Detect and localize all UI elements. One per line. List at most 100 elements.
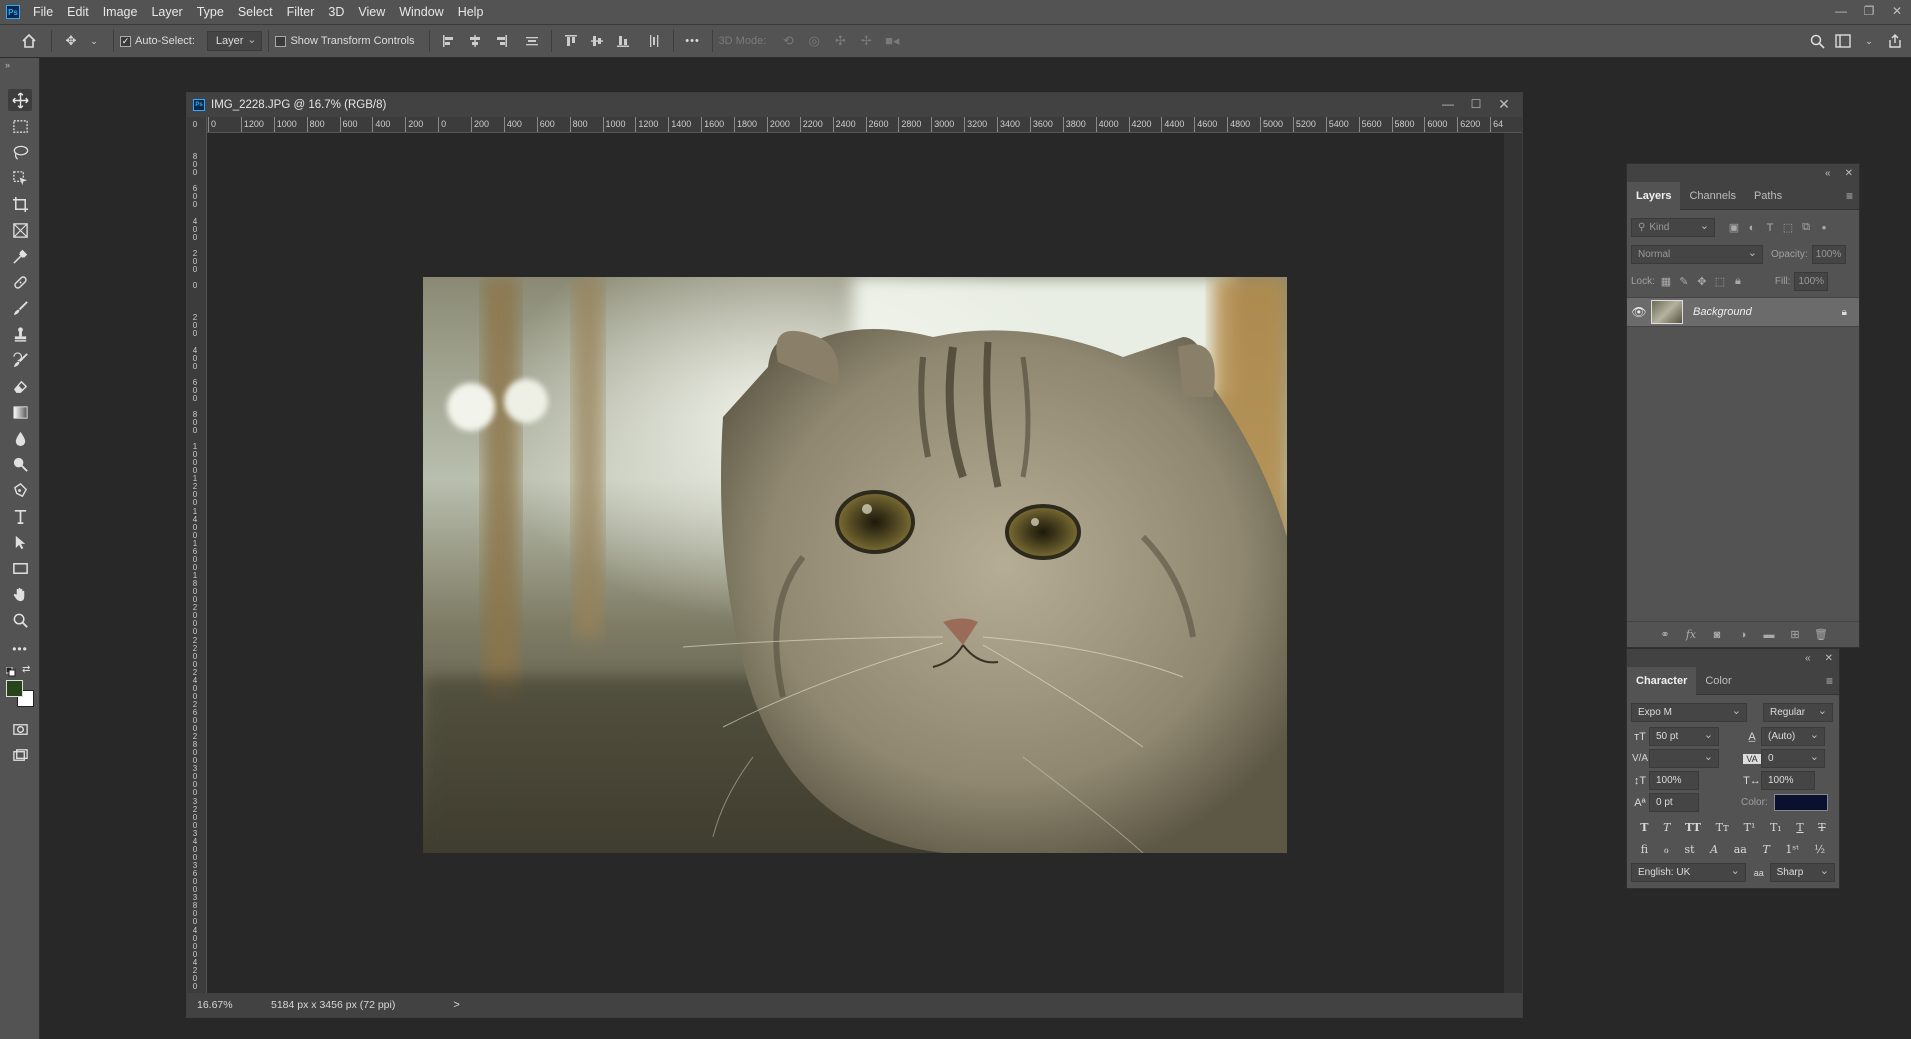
blend-mode-dropdown[interactable]: Normal [1631,245,1763,264]
3d-roll-icon[interactable]: ◎ [804,30,824,52]
3d-orbit-icon[interactable]: ⟲ [778,30,798,52]
auto-select-checkbox[interactable]: ✓ [120,35,131,47]
3d-camera-icon[interactable]: ■◂ [882,30,902,52]
distribute-vertical-icon[interactable] [522,30,542,52]
faux-bold-icon[interactable]: T [1640,821,1648,834]
layer-row[interactable]: 👁︎ Background 🔒︎ [1627,297,1859,327]
align-left-icon[interactable] [439,30,459,52]
tab-channels[interactable]: Channels [1680,182,1744,210]
screen-mode-icon[interactable] [8,744,32,766]
object-selection-icon[interactable] [8,167,32,189]
adjustment-layer-icon[interactable]: ◑ [1734,626,1752,644]
filter-smart-object-icon[interactable]: ⧉ [1797,219,1815,237]
lock-pixels-icon[interactable]: ✎ [1675,273,1693,291]
old-style-icon[interactable]: ℴ [1664,843,1669,856]
superscript-icon[interactable]: T¹ [1744,821,1756,834]
swash-icon[interactable]: A [1710,843,1718,856]
leading-field[interactable]: (Auto) [1761,727,1825,746]
3d-slide-icon[interactable]: ✢ [856,30,876,52]
doc-close-icon[interactable]: ✕ [1490,93,1518,115]
canvas-image[interactable] [423,277,1287,853]
layer-filter-kind[interactable]: ⚲ Kind [1631,218,1715,237]
titling-alternates-icon[interactable]: T [1762,843,1769,856]
healing-brush-icon[interactable] [8,271,32,293]
all-caps-icon[interactable]: TT [1685,821,1701,834]
brush-icon[interactable] [8,297,32,319]
language-dropdown[interactable]: English: UK [1631,863,1746,882]
lock-transparent-icon[interactable]: ▦ [1657,273,1675,291]
menu-select[interactable]: Select [231,0,280,24]
subscript-icon[interactable]: T₁ [1770,821,1782,834]
crop-icon[interactable] [8,193,32,215]
hand-icon[interactable] [8,583,32,605]
tracking-field[interactable]: 0 [1761,749,1825,768]
align-bottom-icon[interactable] [613,30,633,52]
menu-help[interactable]: Help [451,0,491,24]
fill-field[interactable]: 100% [1794,272,1829,291]
show-transform-checkbox[interactable] [275,35,287,47]
filter-pixel-icon[interactable]: ▣ [1725,219,1743,237]
lock-all-icon[interactable]: 🔒︎ [1729,273,1747,291]
lock-artboard-icon[interactable]: ⬚ [1711,273,1729,291]
collapse-toolbar-icon[interactable]: » [5,60,10,70]
lasso-icon[interactable] [8,141,32,163]
type-tool-icon[interactable] [8,505,32,527]
distribute-horizontal-icon[interactable] [644,30,664,52]
stylistic-alternates-icon[interactable]: aa [1734,843,1747,856]
workspace-icon[interactable] [1833,30,1853,52]
menu-file[interactable]: File [26,0,60,24]
workspace-chevron-icon[interactable]: ⌄ [1859,30,1879,52]
small-caps-icon[interactable]: Tᴛ [1716,821,1729,834]
edit-toolbar-icon[interactable]: ••• [8,638,32,660]
menu-filter[interactable]: Filter [280,0,322,24]
link-layers-icon[interactable]: ⚭ [1656,626,1674,644]
status-menu-arrow-icon[interactable]: > [453,999,459,1011]
menu-window[interactable]: Window [392,0,450,24]
menu-edit[interactable]: Edit [60,0,96,24]
lock-position-icon[interactable]: ✥ [1693,273,1711,291]
baseline-shift-field[interactable]: 0 pt [1649,793,1699,812]
panel-menu-icon[interactable]: ≡ [1846,189,1853,203]
dodge-icon[interactable] [8,453,32,475]
gradient-icon[interactable] [8,401,32,423]
doc-minimize-icon[interactable]: — [1434,93,1462,115]
collapse-panel-icon[interactable]: « [1805,653,1811,664]
search-icon[interactable] [1807,30,1827,52]
menu-3d[interactable]: 3D [321,0,351,24]
tab-color[interactable]: Color [1696,667,1740,695]
close-panel-icon[interactable]: ✕ [1825,653,1833,664]
align-top-icon[interactable] [561,30,581,52]
blur-icon[interactable] [8,427,32,449]
filter-type-icon[interactable]: T [1761,219,1779,237]
vertical-scale-field[interactable]: 100% [1649,771,1699,790]
add-mask-icon[interactable]: ◙ [1708,626,1726,644]
home-icon[interactable] [16,30,42,52]
ordinals-icon[interactable]: 1ˢᵗ [1785,843,1798,856]
default-colors-icon[interactable] [5,666,16,677]
vertical-ruler[interactable]: 0 800 600 400 200 0 200 400 600 800 1000 1200 1400 16… [187,117,207,993]
3d-pan-icon[interactable]: ✣ [830,30,850,52]
horizontal-ruler[interactable]: 0 1200 1000 800 600 400 200 0 200 400 600 800 1000 12… [207,117,1522,133]
fractions-icon[interactable]: ½ [1814,843,1825,856]
tab-layers[interactable]: Layers [1627,181,1681,210]
align-horizontal-center-icon[interactable] [465,30,485,52]
new-group-icon[interactable]: ▬ [1760,626,1778,644]
close-panel-icon[interactable]: ✕ [1845,168,1853,179]
clone-stamp-icon[interactable] [8,323,32,345]
rectangular-marquee-icon[interactable] [8,115,32,137]
new-layer-icon[interactable]: ⊞ [1786,626,1804,644]
foreground-color-swatch[interactable] [6,680,23,697]
eye-icon[interactable]: 👁︎ [1627,305,1651,319]
restore-icon[interactable]: ❐ [1855,0,1883,22]
align-right-icon[interactable] [491,30,511,52]
frame-icon[interactable] [8,219,32,241]
panel-menu-icon[interactable]: ≡ [1826,674,1833,688]
antialias-dropdown[interactable]: Sharp [1769,863,1835,882]
tab-paths[interactable]: Paths [1745,182,1791,210]
horizontal-scale-field[interactable]: 100% [1761,771,1815,790]
doc-maximize-icon[interactable]: ☐ [1462,93,1490,115]
zoom-icon[interactable] [8,609,32,631]
strikethrough-icon[interactable]: T [1818,821,1825,834]
share-icon[interactable] [1885,30,1905,52]
path-selection-icon[interactable] [8,531,32,553]
